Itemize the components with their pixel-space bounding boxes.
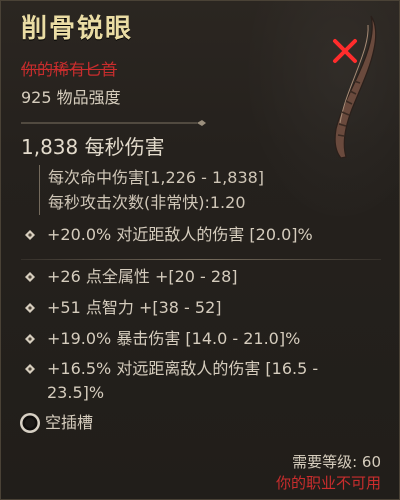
separator-ornament [21, 120, 206, 126]
affix-text: +19.0% 暴击伤害 [14.0 - 21.0]% [47, 329, 301, 348]
dps-value: 1,838 每秒伤害 [21, 135, 165, 159]
diamond-bullet-icon [25, 230, 35, 240]
item-power: 925 物品强度 [21, 88, 121, 107]
item-name: 削骨锐眼 [21, 14, 134, 44]
attacks-per-second: 每秒攻击次数(非常快):1.20 [48, 193, 246, 212]
implicit-affix-text: +20.0% 对近距敌人的伤害 [20.0]% [47, 225, 313, 244]
affix-row: +51 点智力 +[38 - 52] [25, 296, 375, 320]
required-level: 需要等级: 60 [292, 453, 381, 471]
affix-text: +26 点全属性 +[20 - 28] [47, 267, 238, 286]
affix-row: +19.0% 暴击伤害 [14.0 - 21.0]% [25, 327, 375, 351]
socket-label: 空插槽 [45, 413, 94, 432]
dagger-icon [333, 15, 377, 159]
affix-row: +16.5% 对远距离敌人的伤害 [16.5 - 23.5]% [25, 357, 375, 405]
red-x-icon [333, 39, 357, 63]
diamond-bullet-icon [25, 334, 35, 344]
affix-text: +16.5% 对远距离敌人的伤害 [16.5 - 23.5]% [47, 359, 319, 402]
affix-text: +51 点智力 +[38 - 52] [47, 298, 222, 317]
empty-socket-icon [20, 413, 40, 433]
diamond-bullet-icon [25, 364, 35, 374]
affix-row: +26 点全属性 +[20 - 28] [25, 265, 375, 289]
implicit-affix: +20.0% 对近距敌人的伤害 [20.0]% [25, 223, 375, 247]
diamond-bullet-icon [25, 272, 35, 282]
section-divider [21, 259, 381, 260]
item-type-label: 你的稀有匕首 [21, 60, 118, 79]
diamond-bullet-icon [25, 303, 35, 313]
class-unusable-warning: 你的职业不可用 [275, 474, 381, 492]
weapon-substats: 每次命中伤害[1,226 - 1,838] 每秒攻击次数(非常快):1.20 [39, 165, 264, 215]
empty-socket: 空插槽 [19, 411, 93, 435]
item-tooltip: 削骨锐眼 你的稀有匕首 925 物品强度 1,838 每秒伤害 每次命中伤害[1… [0, 0, 400, 500]
damage-per-hit: 每次命中伤害[1,226 - 1,838] [48, 168, 265, 187]
